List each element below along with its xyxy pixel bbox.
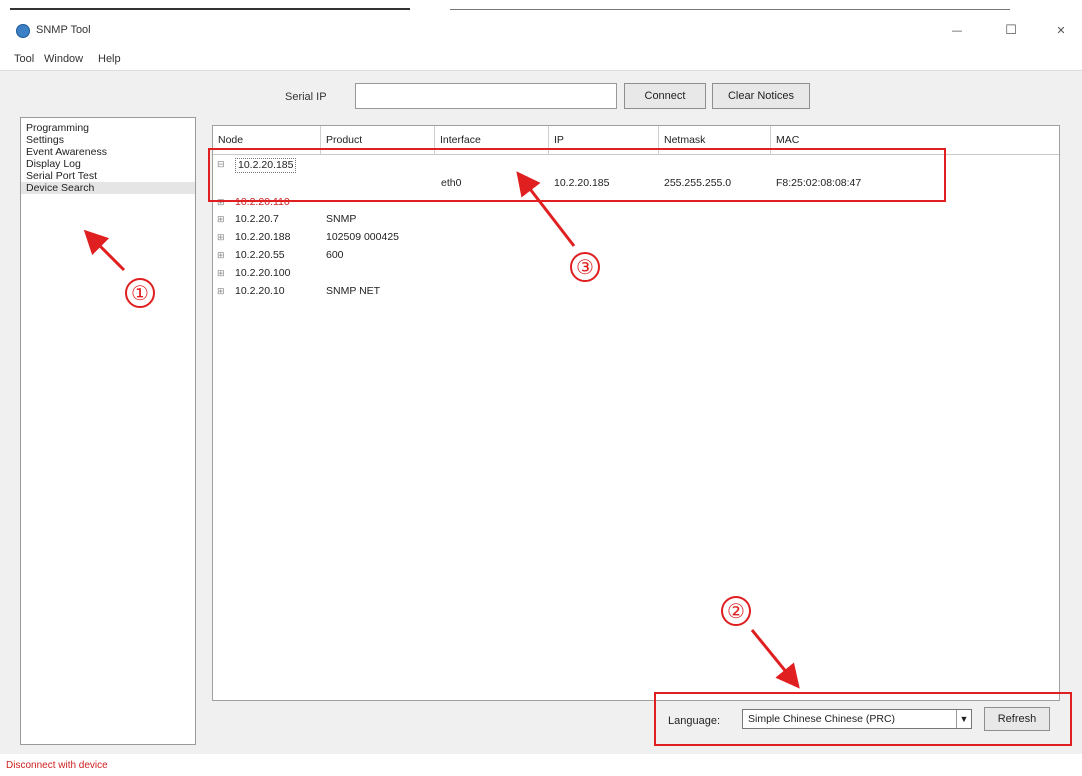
product-cell: 102509 000425 bbox=[326, 231, 399, 243]
dropdown-arrow-icon[interactable]: ▼ bbox=[956, 710, 971, 728]
device-grid: Node Product Interface IP Netmask MAC ⊟ … bbox=[212, 125, 1060, 701]
status-bar: Disconnect with device bbox=[0, 754, 1082, 776]
table-row[interactable]: ⊞ 10.2.20.100 bbox=[213, 267, 1059, 280]
table-row[interactable]: ⊞ 10.2.20.188 102509 000425 bbox=[213, 231, 1059, 244]
clear-notices-button[interactable]: Clear Notices bbox=[712, 83, 810, 109]
bottom-bar: Language: Simple Chinese Chinese (PRC) ▼… bbox=[212, 701, 1060, 747]
node-cell: 10.2.20.188 bbox=[235, 231, 291, 243]
column-header-interface[interactable]: Interface bbox=[435, 126, 549, 154]
product-cell: SNMP NET bbox=[326, 285, 381, 297]
table-row[interactable]: ⊞ 10.2.20.10 SNMP NET bbox=[213, 285, 1059, 298]
language-label: Language: bbox=[668, 715, 720, 727]
node-cell: 10.2.20.100 bbox=[235, 267, 291, 279]
top-edge bbox=[0, 0, 1082, 14]
title-bar: SNMP Tool — ☐ ✕ bbox=[0, 14, 1082, 50]
mac-cell: F8:25:02:08:08:47 bbox=[776, 177, 862, 189]
node-cell: 10.2.20.10 bbox=[235, 285, 285, 297]
column-header-netmask[interactable]: Netmask bbox=[659, 126, 771, 154]
menu-tool[interactable]: Tool bbox=[14, 53, 34, 65]
sidebar-item-serial-port-test[interactable]: Serial Port Test bbox=[21, 170, 195, 182]
netmask-cell: 255.255.255.0 bbox=[664, 177, 732, 189]
expand-icon[interactable]: ⊞ bbox=[217, 213, 225, 226]
column-header-node[interactable]: Node bbox=[213, 126, 321, 154]
grid-header: Node Product Interface IP Netmask MAC bbox=[213, 126, 1059, 155]
expand-icon[interactable]: ⊞ bbox=[217, 285, 225, 298]
refresh-button[interactable]: Refresh bbox=[984, 707, 1050, 731]
table-row[interactable]: ⊞ 10.2.20.110 bbox=[213, 196, 1059, 209]
serial-ip-label: Serial IP bbox=[285, 91, 327, 103]
expand-icon[interactable]: ⊞ bbox=[217, 267, 225, 280]
language-select[interactable]: Simple Chinese Chinese (PRC) ▼ bbox=[742, 709, 972, 729]
node-cell: 10.2.20.7 bbox=[235, 213, 279, 225]
minimize-button[interactable]: — bbox=[942, 20, 972, 44]
status-text: Disconnect with device bbox=[6, 760, 108, 771]
sidebar-item-settings[interactable]: Settings bbox=[21, 134, 195, 146]
client-area: Serial IP Connect Clear Notices Programm… bbox=[0, 70, 1082, 755]
product-cell: 600 bbox=[326, 249, 344, 261]
menu-help[interactable]: Help bbox=[98, 53, 121, 65]
sidebar-item-display-log[interactable]: Display Log bbox=[21, 158, 195, 170]
sidebar-item-device-search[interactable]: Device Search bbox=[21, 182, 195, 194]
expand-icon[interactable]: ⊞ bbox=[217, 231, 225, 244]
expand-icon[interactable]: ⊞ bbox=[217, 196, 225, 209]
column-header-ip[interactable]: IP bbox=[549, 126, 659, 154]
annotation-number-1: ① bbox=[125, 278, 155, 308]
menu-bar: Tool Window Help bbox=[0, 50, 1082, 70]
language-select-value: Simple Chinese Chinese (PRC) bbox=[748, 713, 896, 725]
node-cell: 10.2.20.185 bbox=[235, 158, 297, 173]
menu-window[interactable]: Window bbox=[44, 53, 83, 65]
sidebar: Programming Settings Event Awareness Dis… bbox=[20, 117, 196, 745]
table-row[interactable]: ⊞ 10.2.20.7 SNMP bbox=[213, 213, 1059, 226]
close-button[interactable]: ✕ bbox=[1046, 20, 1076, 44]
annotation-number-3: ③ bbox=[570, 252, 600, 282]
node-cell: 10.2.20.55 bbox=[235, 249, 285, 261]
maximize-button[interactable]: ☐ bbox=[996, 20, 1026, 44]
device-detail-row[interactable]: eth0 10.2.20.185 255.255.255.0 F8:25:02:… bbox=[213, 177, 1059, 193]
window-title: SNMP Tool bbox=[36, 24, 91, 36]
table-row[interactable]: ⊟ 10.2.20.185 bbox=[213, 158, 1059, 173]
table-row[interactable]: ⊞ 10.2.20.55 600 bbox=[213, 249, 1059, 262]
sidebar-item-event-awareness[interactable]: Event Awareness bbox=[21, 146, 195, 158]
app-icon bbox=[16, 24, 30, 38]
column-header-mac[interactable]: MAC bbox=[771, 126, 1059, 154]
sidebar-item-programming[interactable]: Programming bbox=[21, 122, 195, 134]
node-cell: 10.2.20.110 bbox=[235, 196, 290, 208]
product-cell: SNMP bbox=[326, 213, 357, 225]
connect-button[interactable]: Connect bbox=[624, 83, 706, 109]
expand-icon[interactable]: ⊞ bbox=[217, 249, 225, 262]
serial-ip-input[interactable] bbox=[355, 83, 617, 109]
collapse-icon[interactable]: ⊟ bbox=[217, 158, 225, 171]
column-header-product[interactable]: Product bbox=[321, 126, 435, 154]
interface-cell: eth0 bbox=[441, 177, 462, 189]
annotation-number-2: ② bbox=[721, 596, 751, 626]
ip-cell: 10.2.20.185 bbox=[554, 177, 610, 189]
